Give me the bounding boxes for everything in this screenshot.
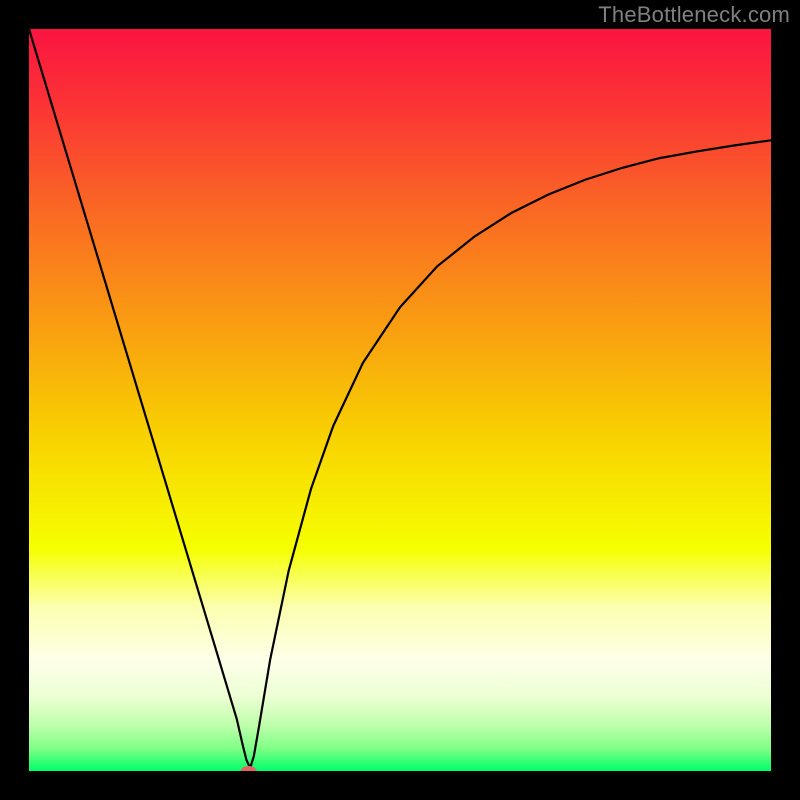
chart-frame: TheBottleneck.com	[0, 0, 800, 800]
watermark-label: TheBottleneck.com	[598, 2, 790, 28]
plot-area	[29, 29, 771, 771]
chart-svg	[29, 29, 771, 771]
